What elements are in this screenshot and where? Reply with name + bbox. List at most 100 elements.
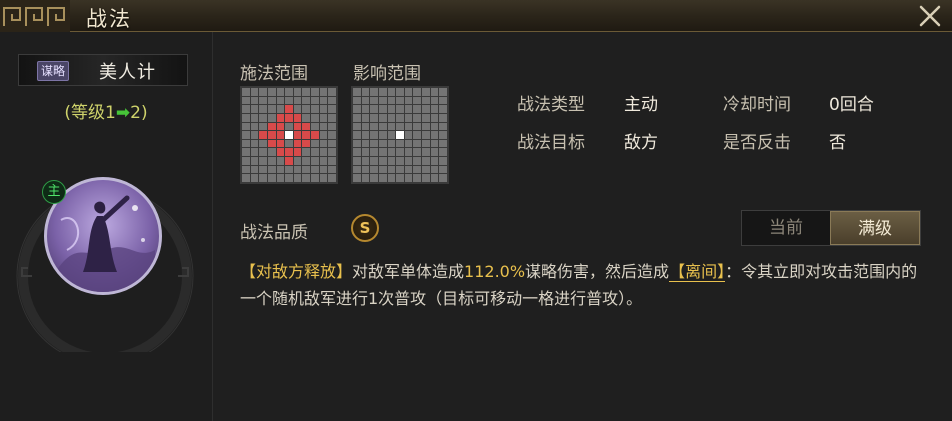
skill-target-value: 敌方: [624, 133, 658, 153]
range-cell: [413, 113, 422, 122]
range-cell: [302, 131, 311, 139]
range-cell: [353, 113, 361, 122]
range-cell: [370, 96, 378, 105]
range-cell: [370, 105, 378, 113]
range-cell: [378, 88, 387, 96]
range-cell: [259, 105, 267, 113]
range-cell: [404, 113, 413, 122]
range-cell: [293, 113, 302, 122]
range-cell: [378, 122, 387, 131]
range-cell: [370, 148, 378, 157]
range-cell: [378, 148, 387, 157]
level-to: 2): [130, 103, 148, 123]
desc-status-link[interactable]: 【离间】: [669, 262, 726, 282]
range-cell: [361, 113, 370, 122]
range-cell: [242, 122, 250, 131]
range-cell: [267, 174, 276, 182]
range-cell: [319, 174, 328, 182]
range-cell: [250, 157, 259, 165]
range-cell: [293, 105, 302, 113]
range-cell: [293, 88, 302, 96]
close-icon[interactable]: [916, 2, 944, 30]
range-cell: [422, 122, 430, 131]
range-cell: [404, 157, 413, 165]
range-cell: [422, 96, 430, 105]
range-cell: [319, 148, 328, 157]
skill-type-badge: 谋略: [37, 61, 70, 81]
range-cell: [361, 139, 370, 148]
skill-summary-panel: 谋略 美人计 (等级1➡2) 主: [0, 32, 213, 421]
tab-max-level[interactable]: 满级: [830, 211, 920, 245]
range-cell: [404, 174, 413, 182]
range-cell: [430, 96, 439, 105]
range-cell: [302, 174, 311, 182]
range-cell: [328, 148, 336, 157]
range-cell: [439, 122, 447, 131]
range-cell: [370, 174, 378, 182]
range-cell: [404, 131, 413, 139]
tab-current-level[interactable]: 当前: [742, 211, 830, 245]
range-cell: [242, 139, 250, 148]
range-cell: [250, 105, 259, 113]
range-cell: [361, 96, 370, 105]
range-cell: [250, 148, 259, 157]
skill-type-value: 主动: [624, 95, 658, 115]
range-cell: [396, 148, 404, 157]
desc-text-2: 谋略伤害，然后造成: [525, 262, 670, 281]
range-cell: [422, 157, 430, 165]
range-cell: [387, 131, 396, 139]
range-cell: [387, 148, 396, 157]
range-cell: [396, 174, 404, 182]
range-cell: [328, 165, 336, 174]
range-cell: [413, 122, 422, 131]
range-cell: [285, 165, 293, 174]
range-cell: [396, 139, 404, 148]
range-cell: [430, 113, 439, 122]
range-cell: [319, 122, 328, 131]
counter-value: 否: [829, 133, 846, 153]
range-cell: [422, 131, 430, 139]
range-cell: [276, 131, 285, 139]
cooldown-value: 0回合: [829, 95, 874, 115]
range-cell: [422, 148, 430, 157]
range-cell: [267, 88, 276, 96]
range-cell: [328, 96, 336, 105]
range-cell: [378, 96, 387, 105]
range-cell: [242, 113, 250, 122]
range-cell: [422, 105, 430, 113]
range-cell: [396, 113, 404, 122]
range-cell: [311, 96, 319, 105]
range-cell: [311, 157, 319, 165]
range-cell: [328, 139, 336, 148]
main-commander-badge: 主: [42, 180, 66, 204]
range-cell: [242, 96, 250, 105]
range-cell: [378, 139, 387, 148]
range-cell: [285, 148, 293, 157]
range-cell: [285, 174, 293, 182]
range-cell: [430, 174, 439, 182]
skill-detail-panel: 施法范围 影响范围 战法类型 主动 冷却时间 0回合 战法目标 敌方 是否反击 …: [213, 32, 952, 421]
range-cell: [311, 88, 319, 96]
range-cell: [311, 165, 319, 174]
range-cell: [361, 105, 370, 113]
skill-name: 美人计: [99, 62, 156, 83]
range-cell: [378, 165, 387, 174]
skill-quality-label: 战法品质: [240, 223, 308, 243]
range-cell: [319, 139, 328, 148]
range-cell: [387, 105, 396, 113]
cast-range-label: 施法范围: [240, 64, 308, 84]
range-cell: [370, 139, 378, 148]
range-cell: [361, 131, 370, 139]
range-cell: [311, 122, 319, 131]
range-cell: [293, 165, 302, 174]
range-cell: [378, 157, 387, 165]
range-cell: [396, 88, 404, 96]
range-cell: [293, 96, 302, 105]
range-cell: [293, 174, 302, 182]
range-cell: [439, 105, 447, 113]
range-cell: [267, 148, 276, 157]
range-cell: [328, 131, 336, 139]
range-cell: [439, 131, 447, 139]
range-cell: [276, 122, 285, 131]
range-cell: [404, 96, 413, 105]
